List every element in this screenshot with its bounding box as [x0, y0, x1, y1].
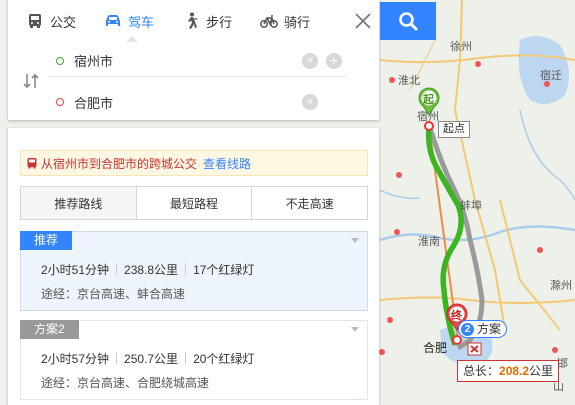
- bike-icon: [260, 15, 278, 28]
- start-tag: 起点: [438, 121, 470, 138]
- car-icon: [106, 15, 121, 26]
- start-value: 宿州市: [74, 54, 114, 69]
- close-icon[interactable]: [350, 8, 376, 34]
- city-dot: [396, 172, 402, 178]
- end-dot-icon: [56, 98, 64, 106]
- tab-shortest[interactable]: 最短路程: [135, 187, 252, 219]
- map-label-hefei: 合肥: [423, 341, 448, 355]
- plan-lights: 20个红绿灯: [193, 352, 255, 366]
- total-distance-box: 总长：208.2公里: [457, 360, 560, 382]
- route-search-box: 公交 驾车 步行 骑行 宿州市 × + 合肥市 ×: [8, 0, 379, 120]
- plan-tag[interactable]: 2 方案: [458, 320, 508, 338]
- tab-walk-label: 步行: [206, 14, 233, 30]
- tab-drive[interactable]: 驾车: [86, 0, 164, 42]
- tab-no-highway[interactable]: 不走高速: [251, 187, 368, 219]
- city-dot: [387, 317, 393, 323]
- tab-drive-label: 驾车: [128, 14, 155, 30]
- plan-card[interactable]: 推荐 2小时51分钟 238.8公里 17个红绿灯 途经：京台高速、蚌合高速: [20, 231, 368, 311]
- add-waypoint-icon[interactable]: +: [326, 53, 342, 69]
- mode-tabs: 公交 驾车 步行 骑行: [8, 0, 350, 42]
- map-label-xuzhou: 徐州: [450, 41, 472, 53]
- map-label-suqian: 宿迁: [540, 70, 562, 82]
- plan-badge: 推荐: [20, 231, 73, 250]
- bus-icon: [29, 14, 41, 28]
- tab-recommended[interactable]: 推荐路线: [21, 187, 136, 219]
- notice-text: 从宿州市到合肥市的跨城公交: [41, 156, 198, 171]
- start-field[interactable]: 宿州市 ×: [48, 45, 346, 77]
- tab-bike[interactable]: 骑行: [242, 0, 320, 42]
- plan-tag-number: 2: [461, 322, 474, 336]
- end-value: 合肥市: [74, 95, 114, 111]
- start-dot-icon: [56, 56, 64, 65]
- end-field[interactable]: 合肥市 ×: [48, 86, 346, 118]
- tab-bike-label: 骑行: [284, 14, 311, 30]
- total-value: 208.2: [499, 364, 530, 378]
- clear-start-icon[interactable]: ×: [302, 52, 318, 69]
- route-panel: 公交 驾车 步行 骑行 宿州市 × + 合肥市 × 从宿州市到合肥市的跨城公交 …: [0, 0, 436, 405]
- route-close-icon[interactable]: [467, 342, 482, 356]
- plan-distance: 238.8公里: [124, 263, 179, 277]
- map-label-suzhou: 宿州: [417, 111, 439, 123]
- chevron-down-icon[interactable]: [351, 238, 359, 243]
- map-label-huaibei: 淮北: [398, 75, 420, 87]
- route-option-tabs: 推荐路线 最短路程 不走高速: [20, 186, 368, 220]
- bus-notice-icon: [27, 158, 37, 169]
- end-marker-text: 终: [451, 310, 462, 322]
- plan-stats: 2小时57分钟 250.7公里 20个红绿灯: [41, 350, 254, 367]
- clear-end-icon[interactable]: ×: [302, 94, 318, 110]
- city-dot: [394, 229, 400, 235]
- route-results: 从宿州市到合肥市的跨城公交 查看线路 推荐路线 最短路程 不走高速 推荐 2小时…: [8, 128, 379, 405]
- plan-via: 途经：京台高速、蚌合高速: [41, 287, 186, 301]
- tab-bus[interactable]: 公交: [8, 0, 86, 42]
- city-dot: [537, 247, 543, 253]
- swap-icon[interactable]: [22, 72, 40, 90]
- start-marker-text: 起: [423, 94, 434, 106]
- tab-walk[interactable]: 步行: [164, 0, 242, 42]
- search-button[interactable]: [380, 2, 436, 40]
- plan-time: 2小时57分钟: [41, 352, 110, 366]
- map-label-bengbu: 蚌埠: [460, 200, 482, 212]
- plan-via: 途经：京台高速、合肥绕城高速: [41, 376, 210, 390]
- map-label-chuzhou: 滁州: [550, 280, 572, 292]
- plan-badge: 方案2: [20, 320, 79, 339]
- plan-tag-label: 方案: [477, 322, 502, 336]
- total-unit: 公里: [529, 364, 554, 378]
- plan-stats: 2小时51分钟 238.8公里 17个红绿灯: [41, 261, 254, 278]
- plan-card[interactable]: 方案2 2小时57分钟 250.7公里 20个红绿灯 途经：京台高速、合肥绕城高速: [20, 320, 368, 400]
- cross-city-notice: 从宿州市到合肥市的跨城公交 查看线路: [20, 150, 368, 176]
- walk-icon: [188, 12, 199, 29]
- city-dot: [475, 61, 481, 67]
- plan-lights: 17个红绿灯: [193, 263, 255, 277]
- city-dot: [552, 347, 558, 353]
- chevron-down-icon[interactable]: [351, 327, 359, 332]
- plan-time: 2小时51分钟: [41, 263, 110, 277]
- map-label-huainan: 淮南: [418, 236, 440, 248]
- plan-distance: 250.7公里: [124, 352, 179, 366]
- city-dot: [389, 77, 395, 83]
- view-lines-link[interactable]: 查看线路: [203, 155, 251, 172]
- tab-bus-label: 公交: [50, 14, 77, 30]
- search-icon: [399, 12, 418, 31]
- total-prefix: 总长：: [463, 364, 500, 378]
